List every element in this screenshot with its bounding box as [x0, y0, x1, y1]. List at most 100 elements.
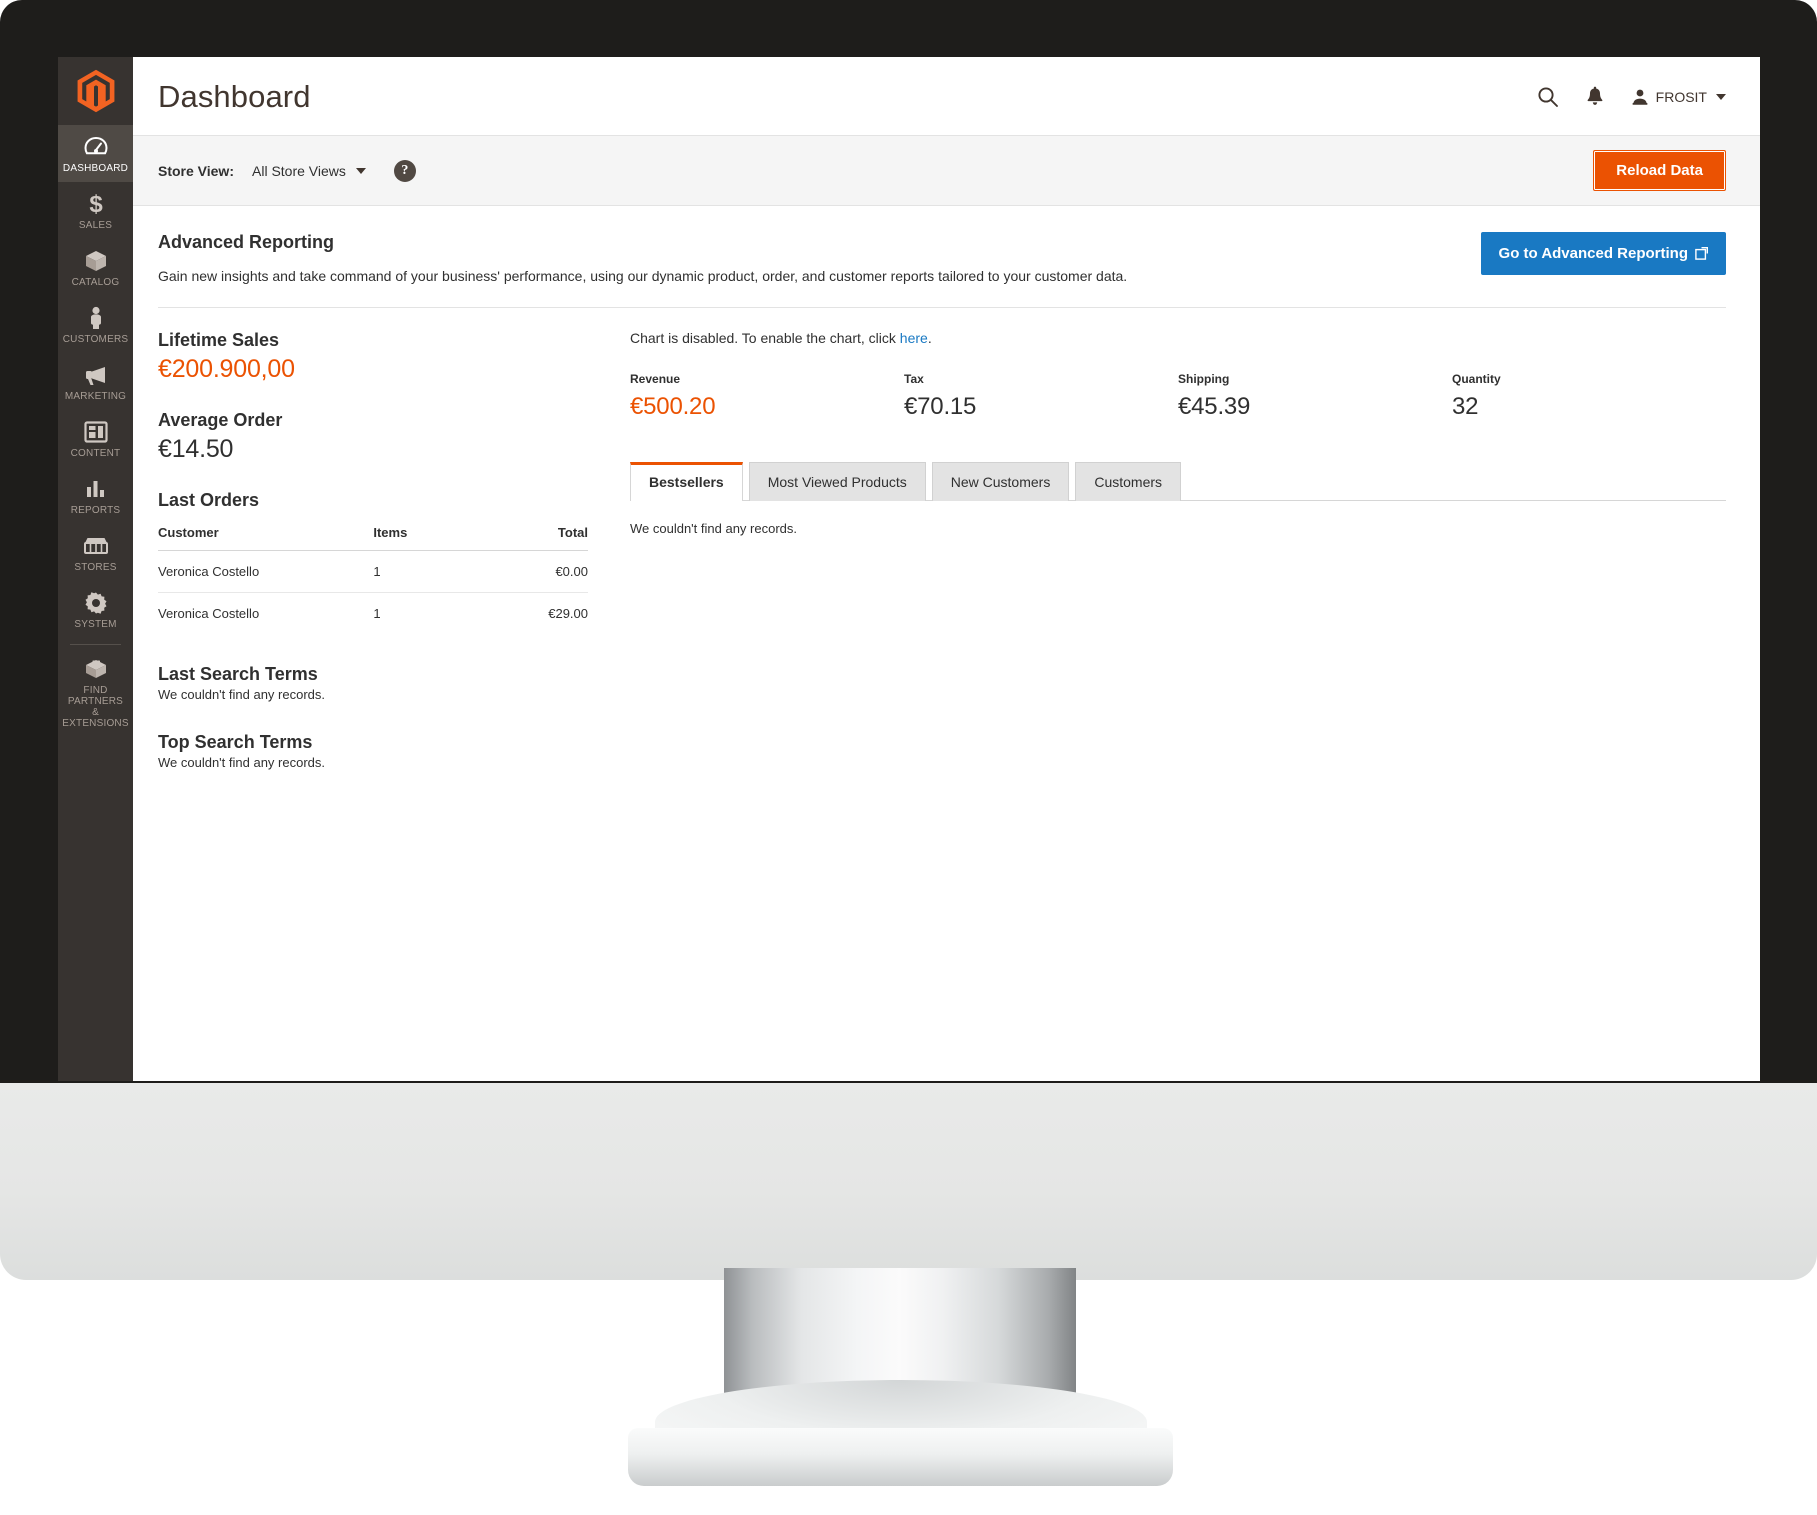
- total-label: Tax: [904, 372, 924, 386]
- tab-customers[interactable]: Customers: [1075, 462, 1182, 501]
- sidebar-item-dashboard[interactable]: DASHBOARD: [58, 125, 133, 182]
- totals-row: Revenue €500.20 Tax €70.15 Shipping €45.…: [630, 372, 1726, 421]
- monitor-chin: [0, 1083, 1817, 1280]
- average-order-value: €14.50: [158, 435, 234, 463]
- magento-logo[interactable]: [58, 57, 133, 125]
- go-to-advanced-reporting-label: Go to Advanced Reporting: [1498, 245, 1688, 262]
- total-shipping: Shipping €45.39: [1178, 372, 1452, 421]
- tab-most-viewed-products[interactable]: Most Viewed Products: [748, 462, 926, 501]
- person-icon: [60, 305, 131, 331]
- top-search-terms-block: Top Search Terms We couldn't find any re…: [158, 732, 588, 770]
- svg-text:$: $: [89, 191, 103, 217]
- sidebar-item-marketing[interactable]: MARKETING: [58, 353, 133, 410]
- total-value: €70.15: [904, 393, 977, 420]
- dollar-icon: $: [60, 191, 131, 217]
- lifetime-sales-title: Lifetime Sales: [158, 330, 280, 350]
- box-icon: [60, 248, 131, 274]
- dashboard-main: Advanced Reporting Gain new insights and…: [133, 206, 1760, 1081]
- sidebar-item-customers[interactable]: CUSTOMERS: [58, 296, 133, 353]
- admin-content: Dashboard FROSIT Store View: All Store V…: [133, 57, 1760, 1081]
- tab-bestsellers[interactable]: Bestsellers: [630, 462, 743, 501]
- store-view-controls: Store View: All Store Views ?: [158, 159, 416, 182]
- tab-new-customers[interactable]: New Customers: [931, 462, 1070, 501]
- total-label: Shipping: [1178, 372, 1230, 386]
- store-view-select[interactable]: All Store Views: [252, 163, 366, 179]
- chart-notice-prefix: Chart is disabled. To enable the chart, …: [630, 330, 900, 346]
- enable-chart-link[interactable]: here: [900, 330, 928, 346]
- cell-items: 1: [373, 606, 381, 621]
- page-title: Dashboard: [158, 79, 311, 114]
- dashboard-tabs: Bestsellers Most Viewed Products New Cus…: [630, 461, 1726, 501]
- sidebar-item-label: DASHBOARD: [62, 163, 129, 174]
- sidebar-item-stores[interactable]: STORES: [58, 524, 133, 581]
- total-label: Revenue: [630, 372, 681, 386]
- sidebar-item-label: MARKETING: [64, 391, 127, 402]
- total-quantity: Quantity 32: [1452, 372, 1726, 421]
- dashboard-left-column: Lifetime Sales €200.900,00 Average Order…: [158, 330, 588, 770]
- sidebar-item-sales[interactable]: $ SALES: [58, 182, 133, 239]
- question-mark-icon[interactable]: ?: [393, 159, 416, 182]
- bell-icon[interactable]: [1585, 86, 1605, 108]
- sidebar-item-label-line1: FIND PARTNERS: [67, 685, 124, 707]
- magento-admin: DASHBOARD $ SALES CATALOG CUSTOMERS MARK…: [58, 57, 1760, 1081]
- last-search-terms-empty: We couldn't find any records.: [158, 687, 325, 702]
- gear-icon: [60, 590, 131, 616]
- sidebar-item-label-line2: & EXTENSIONS: [62, 707, 129, 729]
- column-header-total: Total: [503, 521, 588, 551]
- tab-panel-bestsellers: We couldn't find any records.: [630, 521, 797, 536]
- total-value: 32: [1452, 393, 1479, 420]
- magento-logo-icon: [76, 69, 115, 113]
- extension-block-icon: [60, 656, 131, 682]
- sidebar-item-label: CONTENT: [70, 448, 121, 459]
- bar-chart-icon: [60, 476, 131, 502]
- lifetime-sales-value: €200.900,00: [158, 355, 295, 383]
- chevron-down-icon: [355, 167, 366, 174]
- last-search-terms-title: Last Search Terms: [158, 664, 318, 684]
- sidebar-item-label: STORES: [74, 562, 117, 573]
- advanced-reporting-description: Gain new insights and take command of yo…: [158, 268, 1128, 284]
- last-orders-title: Last Orders: [158, 490, 260, 510]
- last-orders-table: Customer Items Total Veronica Costello 1…: [158, 521, 588, 634]
- sidebar-item-label: SYSTEM: [74, 619, 117, 630]
- sidebar-item-label: CATALOG: [71, 277, 120, 288]
- sidebar-item-catalog[interactable]: CATALOG: [58, 239, 133, 296]
- sidebar-item-find-partners[interactable]: FIND PARTNERS & EXTENSIONS: [58, 647, 133, 737]
- table-row[interactable]: Veronica Costello 1 €29.00: [158, 593, 588, 635]
- search-icon[interactable]: [1537, 86, 1559, 108]
- chart-disabled-notice: Chart is disabled. To enable the chart, …: [630, 330, 1726, 346]
- user-name: FROSIT: [1655, 89, 1707, 105]
- dashboard-columns: Lifetime Sales €200.900,00 Average Order…: [158, 308, 1726, 770]
- user-avatar-icon: [1632, 89, 1648, 105]
- chevron-down-icon: [1716, 94, 1726, 100]
- reload-data-button[interactable]: Reload Data: [1593, 150, 1726, 191]
- sidebar-item-label: CUSTOMERS: [62, 334, 129, 345]
- sidebar-item-label: SALES: [78, 220, 113, 231]
- advanced-reporting-section: Advanced Reporting Gain new insights and…: [158, 206, 1726, 308]
- sidebar-item-label: REPORTS: [70, 505, 121, 516]
- top-search-terms-title: Top Search Terms: [158, 732, 313, 752]
- top-search-terms-empty: We couldn't find any records.: [158, 755, 325, 770]
- sidebar-item-reports[interactable]: REPORTS: [58, 467, 133, 524]
- chart-notice-suffix: .: [927, 330, 932, 346]
- user-menu[interactable]: FROSIT: [1631, 88, 1726, 106]
- cell-customer: Veronica Costello: [158, 550, 374, 593]
- cell-items: 1: [373, 550, 504, 593]
- go-to-advanced-reporting-button[interactable]: Go to Advanced Reporting: [1480, 232, 1726, 275]
- sidebar-item-content[interactable]: CONTENT: [58, 410, 133, 467]
- layout-icon: [60, 419, 131, 445]
- lifetime-sales-block: Lifetime Sales €200.900,00: [158, 330, 588, 384]
- megaphone-icon: [60, 362, 131, 388]
- sidebar-divider: [70, 644, 121, 645]
- header-tools: FROSIT: [1537, 86, 1726, 108]
- table-row[interactable]: Veronica Costello 1 €0.00: [158, 550, 588, 593]
- column-header-items: Items: [373, 521, 504, 551]
- average-order-block: Average Order €14.50: [158, 410, 588, 464]
- monitor-stand-base: [628, 1428, 1173, 1486]
- total-value: €45.39: [1178, 393, 1251, 420]
- cell-customer: Veronica Costello: [158, 606, 260, 621]
- advanced-reporting-title: Advanced Reporting: [158, 232, 335, 252]
- total-value: €500.20: [630, 393, 716, 420]
- average-order-title: Average Order: [158, 410, 283, 430]
- screen: DASHBOARD $ SALES CATALOG CUSTOMERS MARK…: [58, 57, 1760, 1081]
- sidebar-item-system[interactable]: SYSTEM: [58, 581, 133, 638]
